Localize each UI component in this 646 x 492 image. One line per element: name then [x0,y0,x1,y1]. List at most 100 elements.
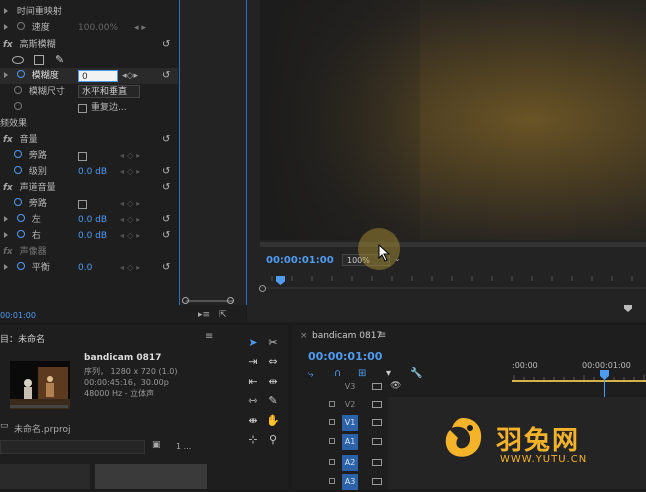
stopwatch-icon[interactable] [14,86,22,94]
clip-thumbnail[interactable] [10,361,70,409]
lock-icon[interactable] [329,419,335,425]
selection-tool-icon[interactable]: ➤ [244,335,262,351]
track-label[interactable]: A3 [342,474,358,490]
sync-lock-icon[interactable] [372,383,382,390]
stopwatch-icon[interactable] [16,214,25,222]
reset-icon[interactable]: ↺ [162,260,170,276]
track-label[interactable]: A1 [342,434,358,450]
ripple-edit-icon[interactable]: ⇔ [264,354,282,370]
snap-icon[interactable]: ∩ [334,368,341,379]
time-remap-row[interactable]: 时间重映射 [0,4,178,20]
zoom-handle-right[interactable] [227,297,234,304]
keyframe-nav[interactable]: ◂◇▸ [120,148,143,164]
panel-menu-icon[interactable]: ≡ [378,330,386,341]
project-item-tile[interactable] [95,464,207,489]
balance-row[interactable]: 平衡 0.0 ◂◇▸ ↺ [0,260,178,276]
gaussian-blur-row[interactable]: fx 高斯模糊 ↺ [0,37,178,53]
keyframe-nav[interactable]: ◂◇▸ [120,260,143,276]
expand-icon[interactable] [4,8,8,14]
effect-controls-timeline[interactable] [179,0,247,305]
lock-icon[interactable] [329,459,335,465]
stopwatch-icon[interactable] [16,22,25,30]
rectangle-mask-icon[interactable] [34,55,44,65]
keyframe-nav[interactable]: ◂◇▸ [120,212,143,228]
stopwatch-icon[interactable] [14,166,22,174]
sync-lock-icon[interactable] [372,419,382,426]
track-label[interactable]: V2 [342,397,358,413]
bypass2-row[interactable]: 旁路 ◂◇▸ [0,196,178,212]
pen-tool-icon[interactable]: ✎ [264,393,282,409]
lock-icon[interactable] [329,478,335,484]
clip-name[interactable]: bandicam 0817 [84,353,161,363]
eye-icon[interactable]: 👁 [390,381,401,391]
blurriness-row[interactable]: 模糊度 0 ◂◇▸ ↺ [0,68,178,84]
sync-lock-icon[interactable] [372,438,382,445]
blurriness-input[interactable]: 0 [78,70,118,82]
pen-mask-icon[interactable]: ✎ [55,52,64,68]
fx-icon[interactable]: fx [3,183,13,193]
reset-icon[interactable]: ↺ [162,228,170,244]
zoom-handle-left[interactable] [182,297,189,304]
thumbnail-scrubber[interactable] [10,405,68,408]
reset-icon[interactable]: ↺ [162,164,170,180]
monitor-zoom-handle[interactable] [259,285,266,292]
keyframe-nav[interactable]: ◂◇▸ [120,196,143,212]
level-row[interactable]: 级别 0.0 dB ◂◇▸ ↺ [0,164,178,180]
right-value[interactable]: 0.0 dB [78,228,107,244]
hand-tool-icon[interactable]: ✋ [264,413,282,429]
blur-dimensions-row[interactable]: 模糊尺寸 水平和垂直 [0,84,178,100]
balance-value[interactable]: 0.0 [78,260,92,276]
reset-icon[interactable]: ↺ [162,132,170,148]
search-input[interactable] [0,440,145,454]
timeline-timecode[interactable]: 00:00:01:00 [308,350,382,363]
speed-keyframe-nav[interactable]: ◂ ▸ [134,20,146,36]
fx-icon[interactable]: fx [3,247,13,257]
blur-dimensions-select[interactable]: 水平和垂直 [78,85,140,98]
timeline-tab[interactable]: bandicam 0817 [312,331,382,341]
export-icon[interactable]: ⇱ [219,310,227,320]
repeat-edge-row[interactable]: 重复边... [0,100,178,116]
speed-row[interactable]: 速度 100.00% ◂ ▸ [0,20,178,36]
fx-icon[interactable]: fx [3,135,13,145]
stopwatch-icon[interactable] [14,198,22,206]
expand-icon[interactable] [4,216,8,222]
stopwatch-icon[interactable] [14,102,22,110]
settings-wrench-icon[interactable]: 🔧 [410,368,422,379]
keyframe-nav[interactable]: ◂◇▸ [120,228,143,244]
track-row[interactable]: V3 👁 [292,379,646,397]
effect-controls-timecode[interactable]: 00:01:00 [0,311,36,320]
play-only-icon[interactable]: ▸≡ [198,310,210,320]
slip-tool-icon[interactable]: ⇿ [244,393,262,409]
reset-icon[interactable]: ↺ [162,180,170,196]
project-item-tile[interactable] [0,464,90,489]
track-select-icon[interactable]: ⇥ [244,354,262,370]
speed-value[interactable]: 100.00% [78,20,118,36]
slide-tool-icon[interactable]: ⇼ [244,413,262,429]
monitor-ruler[interactable] [262,282,646,294]
left-value[interactable]: 0.0 dB [78,212,107,228]
add-marker-icon[interactable]: ▾ [386,368,391,379]
sync-lock-icon[interactable] [372,478,382,485]
left-row[interactable]: 左 0.0 dB ◂◇▸ ↺ [0,212,178,228]
linked-selection-icon[interactable]: ⊞ [358,368,366,379]
stopwatch-icon[interactable] [16,262,25,270]
reset-icon[interactable]: ↺ [162,37,170,53]
stopwatch-icon[interactable] [14,150,22,158]
expand-icon[interactable] [4,24,8,30]
expand-icon[interactable] [4,72,8,78]
project-title[interactable]: 目：未命名 [0,332,45,345]
right-row[interactable]: 右 0.0 dB ◂◇▸ ↺ [0,228,178,244]
level-value[interactable]: 0.0 dB [78,164,107,180]
rolling-edit-icon[interactable]: ⇹ [264,374,282,390]
close-tab-icon[interactable]: × [300,331,308,341]
panner-row[interactable]: fx 声像器 [0,244,178,260]
rate-stretch-icon[interactable]: ⇤ [244,374,262,390]
track-label[interactable]: V1 [342,415,358,431]
trim-tool-icon[interactable]: ⊹ [244,432,262,448]
track-label[interactable]: A2 [342,455,358,471]
volume-row[interactable]: fx 音量 ↺ [0,132,178,148]
expand-icon[interactable] [4,264,8,270]
blurriness-keyframe-nav[interactable]: ◂◇▸ [122,68,138,84]
keyframe-nav[interactable]: ◂◇▸ [120,164,143,180]
new-bin-icon[interactable]: ▣ [152,440,161,450]
